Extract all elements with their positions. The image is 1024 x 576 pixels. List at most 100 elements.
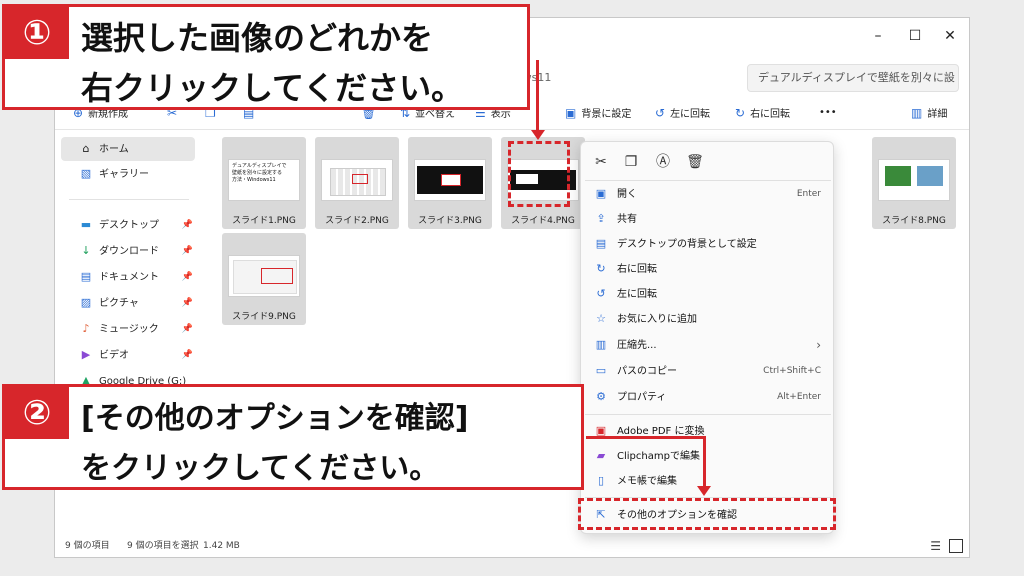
file-name: スライド1.PNG <box>232 216 296 226</box>
sidebar-item-label: デスクトップ <box>99 220 159 231</box>
callout-line-1: [その他のオプションを確認] <box>81 401 469 436</box>
menu-item-copy-path[interactable]: ▭ パスのコピー Ctrl+Shift+C <box>585 359 831 383</box>
rotate-right-button[interactable]: ↻ 右に回転 <box>735 104 790 122</box>
file-item[interactable]: スライド2.PNG <box>315 137 399 229</box>
sidebar-item-music[interactable]: ♪ ミュージック 📌 <box>61 317 195 341</box>
sidebar-item-label: ギャラリー <box>99 169 149 180</box>
sidebar-item-downloads[interactable]: ↓ ダウンロード 📌 <box>61 239 195 263</box>
file-name: スライド9.PNG <box>232 312 296 322</box>
file-name: スライド2.PNG <box>325 216 389 226</box>
zip-icon: ▥ <box>595 338 607 351</box>
rotate-left-button[interactable]: ↺ 左に回転 <box>655 104 710 122</box>
thumbnail <box>321 159 393 201</box>
menu-item-clipchamp[interactable]: ▰ Clipchampで編集 <box>585 444 831 468</box>
menu-separator <box>585 414 831 415</box>
selected-file-highlight <box>508 141 570 207</box>
new-label: 新規作成 <box>88 109 129 120</box>
pin-icon: 📌 <box>181 220 193 230</box>
file-item[interactable]: デュアルディスプレイで 壁紙を別々に設定する 方法・Windows11 スライド… <box>222 137 306 229</box>
menu-item-rotate-right[interactable]: ↻ 右に回転 <box>585 257 831 281</box>
pin-icon: 📌 <box>181 324 193 334</box>
thumbnail <box>414 159 486 201</box>
menu-item-label: プロパティ <box>617 392 667 403</box>
details-pane-icon: ▥ <box>911 106 923 120</box>
share-icon: ⇪ <box>596 212 606 225</box>
chevron-right-icon: › <box>816 338 821 352</box>
pin-icon: 📌 <box>181 246 193 256</box>
cut-icon[interactable]: ✂ <box>589 152 613 172</box>
sidebar-item-label: ミュージック <box>99 324 159 335</box>
sidebar-item-pictures[interactable]: ▨ ピクチャ 📌 <box>61 291 195 315</box>
callout-step-2: ② [その他のオプションを確認] をクリックしてください。 <box>2 384 584 490</box>
callout-step-1: ① 選択した画像のどれかを 右クリックしてください。 <box>2 4 530 110</box>
minimize-button[interactable]: – <box>863 24 893 48</box>
menu-item-label: 左に回転 <box>617 289 657 300</box>
file-name: スライド3.PNG <box>418 216 482 226</box>
shortcut: Alt+Enter <box>777 392 821 402</box>
maximize-button[interactable]: ☐ <box>900 24 930 48</box>
file-name: スライド8.PNG <box>882 216 946 226</box>
file-item[interactable]: スライド3.PNG <box>408 137 492 229</box>
desktop-background-icon: ▤ <box>595 237 607 250</box>
menu-item-rotate-left[interactable]: ↺ 左に回転 <box>585 282 831 306</box>
search-input[interactable]: デュアルディスプレイで壁紙を別々に設 <box>747 64 959 92</box>
star-icon: ☆ <box>596 312 606 325</box>
copy-icon[interactable]: ❐ <box>619 152 643 172</box>
menu-item-add-favorites[interactable]: ☆ お気に入りに追加 <box>585 307 831 331</box>
status-bar: 9 個の項目 9 個の項目を選択 1.42 MB ☰ <box>55 535 969 557</box>
file-item[interactable]: スライド9.PNG <box>222 233 306 325</box>
selected-size: 1.42 MB <box>203 541 240 551</box>
menu-item-properties[interactable]: ⚙ プロパティ Alt+Enter <box>585 385 831 409</box>
callout-line-2: 右クリックしてください。 <box>81 69 464 107</box>
rotate-left-icon: ↺ <box>655 106 666 120</box>
rotate-right-icon: ↻ <box>596 262 606 275</box>
sidebar-item-desktop[interactable]: ▬ デスクトップ 📌 <box>61 213 195 237</box>
menu-item-label: 開く <box>617 189 637 200</box>
more-button[interactable]: ••• <box>819 104 837 122</box>
menu-item-set-desktop-bg[interactable]: ▤ デスクトップの背景として設定 <box>585 232 831 256</box>
rename-icon[interactable]: Ⓐ <box>651 152 675 172</box>
sidebar-item-label: ホーム <box>99 144 129 155</box>
step-number: ② <box>5 387 69 439</box>
file-name: スライド4.PNG <box>511 216 575 226</box>
rotate-right-label: 右に回転 <box>750 109 791 120</box>
details-view-icon[interactable]: ☰ <box>930 535 941 557</box>
context-menu: ✂ ❐ Ⓐ 🗑 ▣ 開く Enter ⇪ 共有 ▤ デスクトップの背景として設定 ↻ 右に… <box>580 141 834 534</box>
dialog-graphic <box>441 174 461 186</box>
sidebar-item-videos[interactable]: ▶ ビデオ 📌 <box>61 343 195 367</box>
arrow-2-head <box>697 486 711 496</box>
arrow-2-horizontal <box>586 436 704 439</box>
rotate-right-icon: ↻ <box>735 106 746 120</box>
sidebar-item-label: ダウンロード <box>99 246 159 257</box>
menu-item-label: 圧縮先... <box>617 340 657 351</box>
thumbnail-view-icon[interactable] <box>949 539 963 553</box>
details-button[interactable]: ▥ 詳細 <box>911 104 947 122</box>
thumbnail-text: デュアルディスプレイで 壁紙を別々に設定する 方法・Windows11 <box>232 163 287 183</box>
shortcut: Enter <box>796 189 821 199</box>
menu-item-adobe-pdf[interactable]: ▣ Adobe PDF に変換 <box>585 419 831 443</box>
menu-item-share[interactable]: ⇪ 共有 <box>585 207 831 231</box>
thumbnail <box>878 159 950 201</box>
sidebar-item-label: ビデオ <box>99 350 129 361</box>
thumbnail <box>228 255 300 297</box>
delete-icon[interactable]: 🗑 <box>683 152 707 172</box>
set-background-label: 背景に設定 <box>581 109 632 120</box>
set-background-button[interactable]: ▣ 背景に設定 <box>565 104 631 122</box>
sidebar-item-gallery[interactable]: ▧ ギャラリー <box>61 162 195 186</box>
highlight-box <box>352 174 368 184</box>
sidebar-item-documents[interactable]: ▤ ドキュメント 📌 <box>61 265 195 289</box>
picture-icon: ▨ <box>80 296 92 309</box>
arrow-2-vertical <box>703 436 706 488</box>
menu-item-label: Clipchampで編集 <box>617 451 700 462</box>
menu-item-open[interactable]: ▣ 開く Enter <box>585 182 831 206</box>
item-count: 9 個の項目 <box>65 541 110 551</box>
sidebar-item-home[interactable]: ⌂ ホーム <box>61 137 195 161</box>
file-item[interactable]: スライド8.PNG <box>872 137 956 229</box>
close-button[interactable]: ✕ <box>935 24 965 48</box>
path-icon: ▭ <box>595 364 607 377</box>
notepad-icon: ▯ <box>597 474 605 487</box>
details-label: 詳細 <box>927 109 948 120</box>
menu-item-compress[interactable]: ▥ 圧縮先... › <box>585 333 831 357</box>
gallery-icon: ▧ <box>80 167 92 180</box>
pin-icon: 📌 <box>181 272 193 282</box>
